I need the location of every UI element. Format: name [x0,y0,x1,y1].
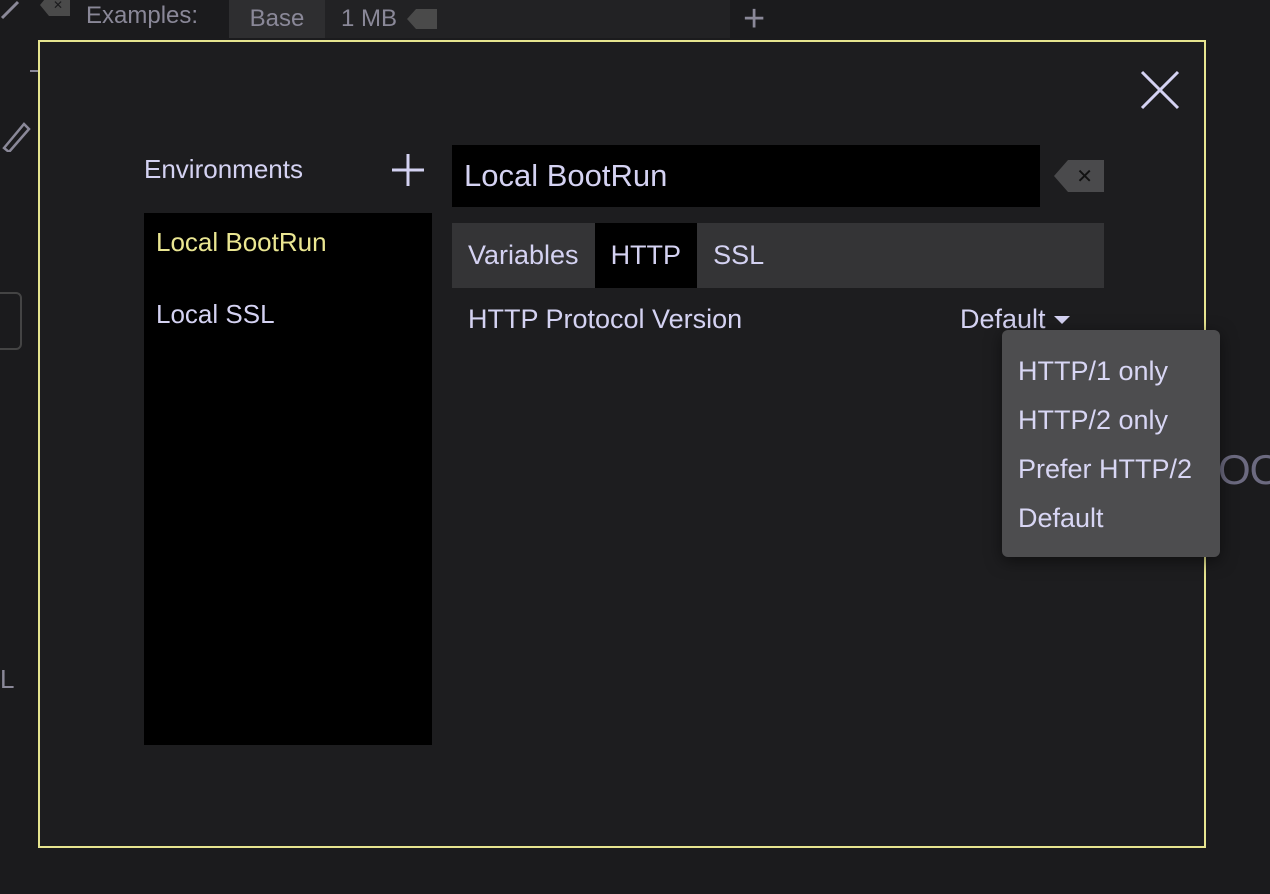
tab-close-icon[interactable] [407,9,438,29]
environment-name-input[interactable] [452,145,1040,207]
http-protocol-dropdown: HTTP/1 only HTTP/2 only Prefer HTTP/2 De… [1002,330,1220,557]
settings-tabs: Variables HTTP SSL [452,223,1104,288]
background-partial-label: L [0,664,15,694]
add-environment-button[interactable] [388,150,428,190]
caret-down-icon [1053,315,1070,324]
clear-name-button[interactable]: ✕ [1054,160,1104,192]
http-protocol-label: HTTP Protocol Version [468,304,743,334]
plus-icon [392,154,424,186]
tab-ssl[interactable]: SSL [697,223,780,288]
environment-list: Local BootRun Local SSL [144,213,432,745]
tab-base[interactable]: Base [229,0,325,38]
option-http2-only[interactable]: HTTP/2 only [1002,401,1220,450]
background-partial-text: OO [1218,446,1270,493]
examples-label: Examples: [86,2,199,29]
tab-1mb[interactable]: 1 MB [325,0,730,38]
environment-item-local-ssl[interactable]: Local SSL [144,297,432,369]
environment-item-local-bootrun[interactable]: Local BootRun [144,225,432,297]
environments-title: Environments [144,154,303,184]
tab-http[interactable]: HTTP [594,223,698,288]
edit-pencil-icon[interactable] [0,118,32,152]
close-button[interactable] [1138,68,1182,112]
option-prefer-http2[interactable]: Prefer HTTP/2 [1002,450,1220,499]
tab-1mb-label: 1 MB [341,5,398,32]
background-input-box [0,292,22,350]
close-icon [1140,70,1180,110]
option-http1-only[interactable]: HTTP/1 only [1002,352,1220,401]
tab-variables[interactable]: Variables [452,223,595,288]
pencil-icon[interactable] [0,0,30,20]
add-tab-button[interactable]: + [743,0,765,41]
option-default[interactable]: Default [1002,499,1220,548]
